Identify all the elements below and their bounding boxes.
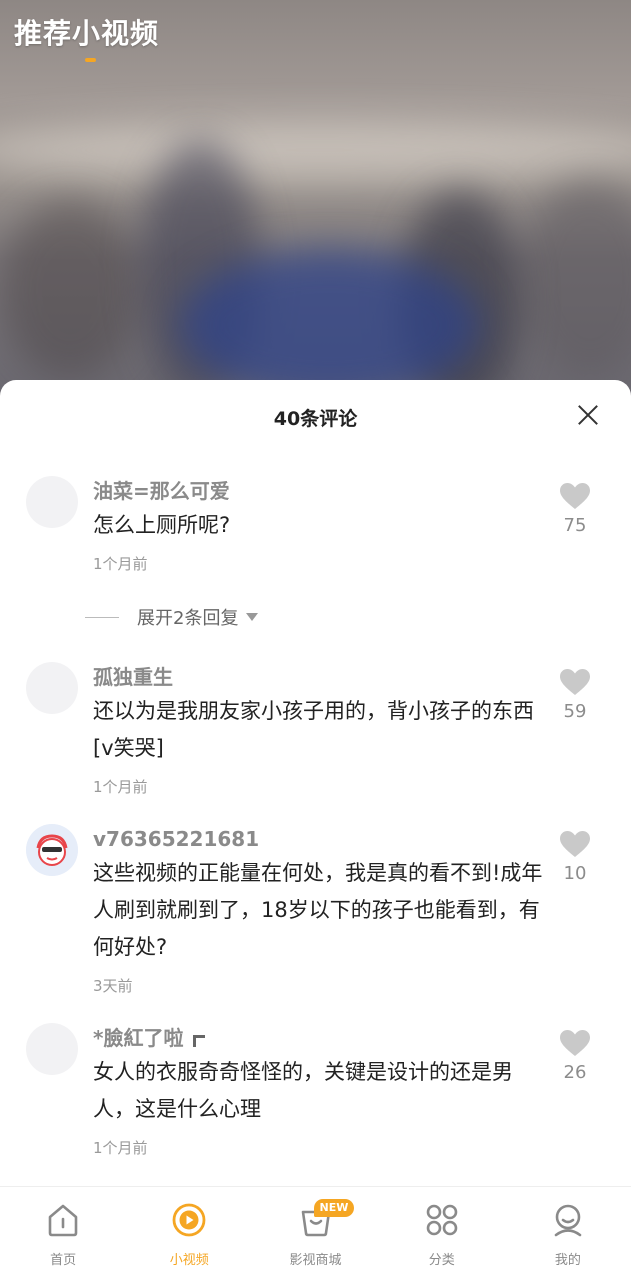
close-icon[interactable]: [575, 402, 601, 428]
nav-item-short-video[interactable]: 小视频: [126, 1187, 252, 1280]
comment-username[interactable]: v76365221681: [93, 824, 553, 854]
comment-text[interactable]: 怎么上厕所呢?: [93, 507, 553, 544]
like-count: 59: [563, 701, 587, 722]
like-count: 26: [563, 1062, 587, 1083]
expand-replies-label: 展开2条回复: [137, 608, 239, 629]
nav-item-profile[interactable]: 我的: [505, 1187, 631, 1280]
comment-time: 1个月前: [93, 555, 148, 573]
heart-icon: [560, 483, 590, 509]
comment-panel: 40条评论 油菜=那么可爱 怎么上厕所呢? 1个月前 75 展开2条回复 孤独重…: [0, 380, 631, 1280]
comment-text[interactable]: 还以为是我朋友家小孩子用的，背小孩子的东西[v笑哭]: [93, 693, 553, 767]
nav-label: 首页: [50, 1253, 77, 1268]
comment-time: 3天前: [93, 977, 133, 995]
like-button[interactable]: 26: [556, 1029, 594, 1083]
nav-label: 我的: [554, 1253, 581, 1268]
nav-item-home[interactable]: 首页: [0, 1187, 126, 1280]
divider: [85, 616, 119, 618]
profile-icon: [554, 1204, 582, 1237]
play-circle-icon: [172, 1203, 206, 1237]
comment-panel-header: 40条评论: [0, 380, 631, 452]
user-badge-icon: [193, 1035, 206, 1047]
home-icon: [48, 1204, 78, 1237]
heart-icon: [560, 1030, 590, 1056]
caret-down-icon: [246, 613, 259, 621]
avatar[interactable]: [26, 824, 78, 876]
nav-item-category[interactable]: 分类: [379, 1187, 505, 1280]
expand-replies-button[interactable]: 展开2条回复: [85, 602, 259, 632]
like-count: 10: [563, 863, 587, 884]
avatar-image: [26, 824, 78, 876]
nav-label: 小视频: [169, 1253, 209, 1268]
like-button[interactable]: 59: [556, 668, 594, 722]
nav-label: 影视商城: [289, 1253, 342, 1268]
comment-text[interactable]: 女人的衣服奇奇怪怪的，关键是设计的还是男人，这是什么心理: [93, 1054, 553, 1128]
nav-item-mall[interactable]: NEW 影视商城: [252, 1187, 378, 1280]
page-title[interactable]: 推荐小视频: [14, 12, 159, 52]
grid-icon: [426, 1204, 458, 1236]
nav-label: 分类: [428, 1253, 455, 1268]
comment-text[interactable]: 这些视频的正能量在何处，我是真的看不到!成年人刷到就刷到了，18岁以下的孩子也能…: [93, 855, 553, 966]
comment-time: 1个月前: [93, 778, 148, 796]
comment-username[interactable]: 油菜=那么可爱: [93, 476, 553, 506]
like-button[interactable]: 75: [556, 482, 594, 536]
like-count: 75: [563, 515, 587, 536]
avatar[interactable]: [26, 1023, 78, 1075]
tab-indicator: [85, 58, 96, 62]
comment-username[interactable]: 孤独重生: [93, 662, 553, 692]
bottom-nav: 首页 小视频 NEW 影视商城 分类 我的: [0, 1186, 631, 1280]
heart-icon: [560, 669, 590, 695]
comment-time: 1个月前: [93, 1139, 148, 1157]
heart-icon: [560, 831, 590, 857]
new-badge: NEW: [313, 1199, 355, 1217]
like-button[interactable]: 10: [556, 830, 594, 884]
avatar[interactable]: [26, 476, 78, 528]
avatar[interactable]: [26, 662, 78, 714]
comment-username[interactable]: *臉紅了啦: [93, 1023, 553, 1053]
app-screen: 推荐小视频 40条评论 油菜=那么可爱 怎么上厕所呢? 1个月前 75 展开2条…: [0, 0, 631, 1280]
comment-count-title: 40条评论: [273, 408, 358, 430]
